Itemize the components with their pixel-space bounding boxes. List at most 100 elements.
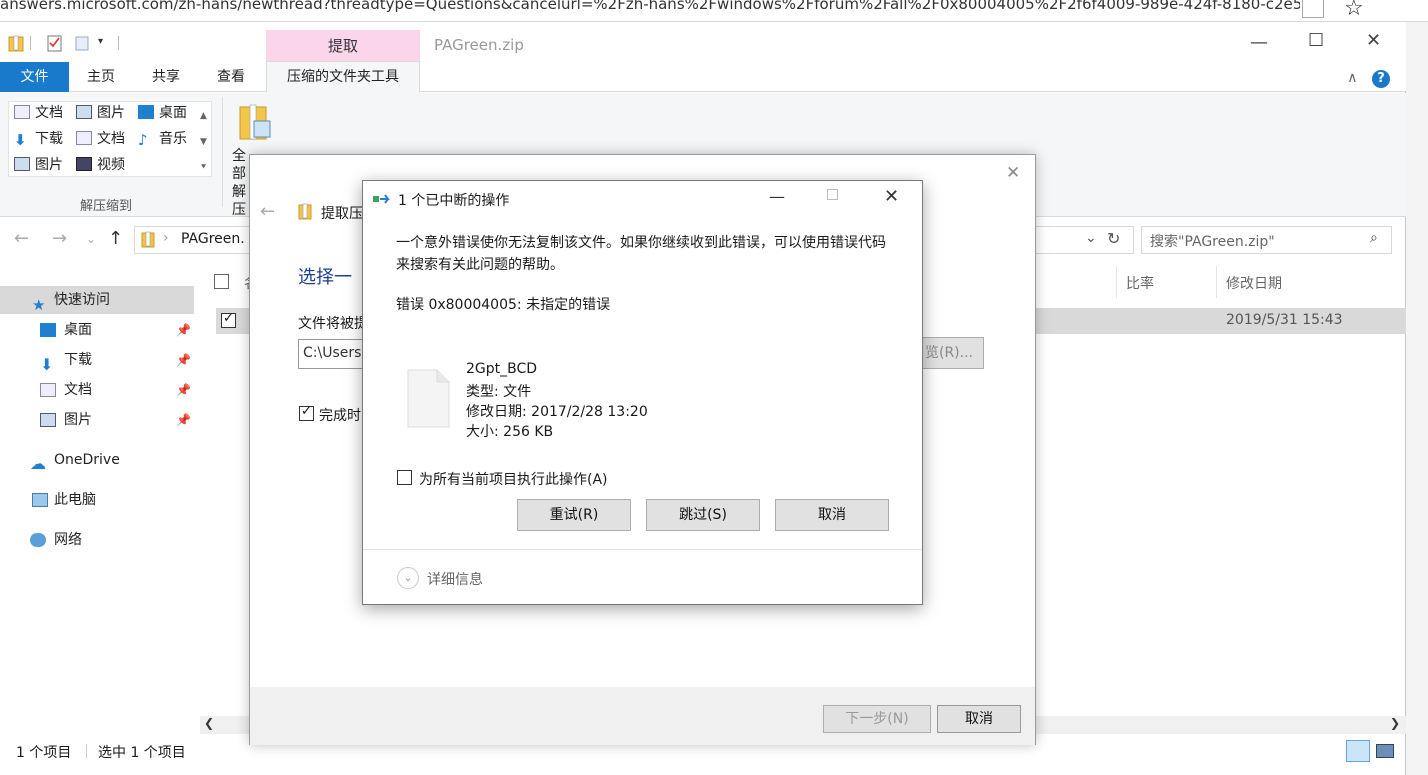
- nav-pictures[interactable]: 图片 📌: [0, 406, 194, 434]
- scroll-left-icon[interactable]: ❮: [204, 716, 214, 730]
- star-icon: ★: [32, 296, 46, 314]
- dialog-minimize-icon[interactable]: —: [769, 187, 785, 206]
- wizard-dest-label: 文件将被提: [298, 316, 368, 332]
- address-path[interactable]: PAGreen.: [181, 231, 245, 247]
- breadcrumb-separator: ›: [163, 230, 169, 246]
- reader-view-icon[interactable]: [1302, 0, 1324, 18]
- wizard-show-files-checkbox[interactable]: [299, 404, 314, 421]
- search-icon[interactable]: ⌕: [1370, 230, 1378, 246]
- apply-all-checkbox[interactable]: [397, 470, 412, 485]
- document-icon: [14, 105, 30, 119]
- column-header-modified[interactable]: 修改日期: [1226, 273, 1282, 293]
- wizard-show-files-label: 完成时: [319, 408, 361, 424]
- download-arrow-icon: ⬇: [14, 131, 27, 149]
- extract-to-desktop[interactable]: 桌面: [138, 103, 187, 123]
- extract-to-videos[interactable]: 视频: [76, 155, 125, 175]
- up-arrow-icon[interactable]: ↑: [108, 228, 123, 249]
- wizard-close-icon[interactable]: ✕: [1006, 163, 1020, 183]
- extract-to-pictures-2[interactable]: 图片: [14, 155, 63, 175]
- large-icons-view-icon[interactable]: [1376, 744, 1394, 758]
- wizard-back-icon[interactable]: ←: [260, 201, 275, 222]
- divider: [86, 744, 87, 758]
- details-toggle[interactable]: 详细信息: [427, 569, 483, 589]
- extract-to-music[interactable]: ♪ 音乐: [138, 129, 187, 149]
- minimize-icon[interactable]: —: [1250, 32, 1268, 53]
- browser-url[interactable]: answers.microsoft.com/zh-hans/newthread?…: [0, 0, 1300, 17]
- error-code: 错误 0x80004005: 未指定的错误: [396, 297, 611, 313]
- nav-desktop[interactable]: 桌面 📌: [0, 316, 194, 344]
- pin-icon[interactable]: 📌: [176, 406, 191, 434]
- dialog-close-icon[interactable]: ✕: [884, 186, 899, 207]
- expand-details-icon[interactable]: ⌄: [397, 567, 419, 589]
- nav-quick-access[interactable]: ★ 快速访问: [0, 286, 194, 314]
- address-dropdown-icon[interactable]: ⌄: [1085, 230, 1097, 246]
- file-modified: 修改日期: 2017/2/28 13:20: [466, 404, 648, 420]
- search-placeholder: 搜索"PAGreen.zip": [1150, 234, 1275, 250]
- select-all-checkbox[interactable]: [214, 274, 229, 289]
- tab-home[interactable]: 主页: [72, 62, 130, 92]
- extract-all-icon[interactable]: [236, 103, 276, 147]
- nav-documents[interactable]: 文档 📌: [0, 376, 194, 404]
- forward-arrow-icon[interactable]: →: [52, 228, 67, 249]
- music-note-icon: ♪: [138, 131, 148, 149]
- refresh-icon[interactable]: ↻: [1107, 229, 1120, 248]
- extract-to-pictures[interactable]: 图片: [76, 103, 125, 123]
- item-count: 1 个项目: [16, 745, 72, 761]
- back-arrow-icon[interactable]: ←: [14, 228, 29, 249]
- file-type: 类型: 文件: [466, 384, 532, 400]
- nav-onedrive[interactable]: ☁ OneDrive: [0, 446, 194, 474]
- extract-to-downloads[interactable]: ⬇ 下载: [14, 129, 63, 149]
- desktop-icon: [40, 323, 56, 337]
- wizard-next-button[interactable]: 下一步(N): [823, 705, 931, 733]
- wizard-browse-button[interactable]: 览(R)...: [914, 337, 984, 369]
- wizard-cancel-button[interactable]: 取消: [937, 705, 1021, 733]
- nav-this-pc[interactable]: 此电脑: [0, 486, 194, 514]
- extract-to-documents[interactable]: 文档: [14, 103, 63, 123]
- dialog-title: 1 个已中断的操作: [398, 193, 510, 209]
- row-modified-date: 2019/5/31 15:43: [1226, 312, 1343, 328]
- nav-downloads[interactable]: ⬇ 下载 📌: [0, 346, 194, 374]
- pin-icon[interactable]: 📌: [176, 316, 191, 344]
- retry-button[interactable]: 重试(R): [517, 499, 631, 531]
- properties-icon[interactable]: [47, 34, 63, 52]
- divider: [222, 97, 223, 207]
- zip-folder-icon: [8, 34, 24, 52]
- details-view-icon[interactable]: [1346, 740, 1370, 762]
- cloud-icon: ☁: [30, 454, 46, 473]
- wizard-dest-input[interactable]: C:\Users: [298, 339, 368, 369]
- tab-file[interactable]: 文件: [0, 62, 69, 92]
- window-title: PAGreen.zip: [434, 36, 524, 54]
- column-header-ratio[interactable]: 比率: [1126, 273, 1154, 293]
- recent-locations-icon[interactable]: ⌄: [86, 232, 96, 246]
- collapse-ribbon-icon[interactable]: ∧: [1347, 70, 1357, 86]
- row-checkbox[interactable]: [221, 311, 236, 328]
- wizard-footer: 下一步(N) 取消: [250, 687, 1035, 745]
- file-name: 2Gpt_BCD: [466, 361, 538, 377]
- pin-icon[interactable]: 📌: [176, 376, 191, 404]
- new-folder-icon[interactable]: [75, 34, 89, 52]
- column-divider: [1116, 266, 1117, 298]
- customize-toolbar-icon[interactable]: ▾: [98, 36, 103, 54]
- scroll-right-icon[interactable]: ❯: [1390, 716, 1400, 730]
- pin-icon[interactable]: 📌: [176, 346, 191, 374]
- tab-view[interactable]: 查看: [201, 62, 261, 92]
- nav-network[interactable]: 网络: [0, 526, 194, 554]
- dialog-maximize-icon: [827, 189, 838, 200]
- tab-compressed-folder-tools[interactable]: 压缩的文件夹工具: [266, 61, 420, 93]
- favorite-star-icon[interactable]: ☆: [1344, 0, 1364, 21]
- browser-address-strip: answers.microsoft.com/zh-hans/newthread?…: [0, 0, 1428, 22]
- divider: [363, 549, 922, 550]
- extract-context-header: 提取: [266, 30, 420, 62]
- cancel-button[interactable]: 取消: [775, 499, 889, 531]
- tab-share[interactable]: 共享: [137, 62, 195, 92]
- search-input[interactable]: 搜索"PAGreen.zip" ⌕: [1141, 226, 1392, 254]
- extract-to-documents-2[interactable]: 文档: [76, 129, 125, 149]
- column-divider: [1216, 266, 1217, 298]
- skip-button[interactable]: 跳过(S): [646, 499, 760, 531]
- help-icon[interactable]: ?: [1372, 70, 1390, 88]
- close-icon[interactable]: ✕: [1366, 30, 1381, 51]
- document-icon: [40, 383, 56, 397]
- maximize-icon[interactable]: ☐: [1308, 30, 1324, 51]
- navigation-pane: ★ 快速访问 桌面 📌 ⬇ 下载 📌 文档 📌 图片 📌 ☁ OneDrive: [0, 262, 200, 742]
- gallery-scroll[interactable]: ▲ ▼ ⯆: [200, 103, 207, 181]
